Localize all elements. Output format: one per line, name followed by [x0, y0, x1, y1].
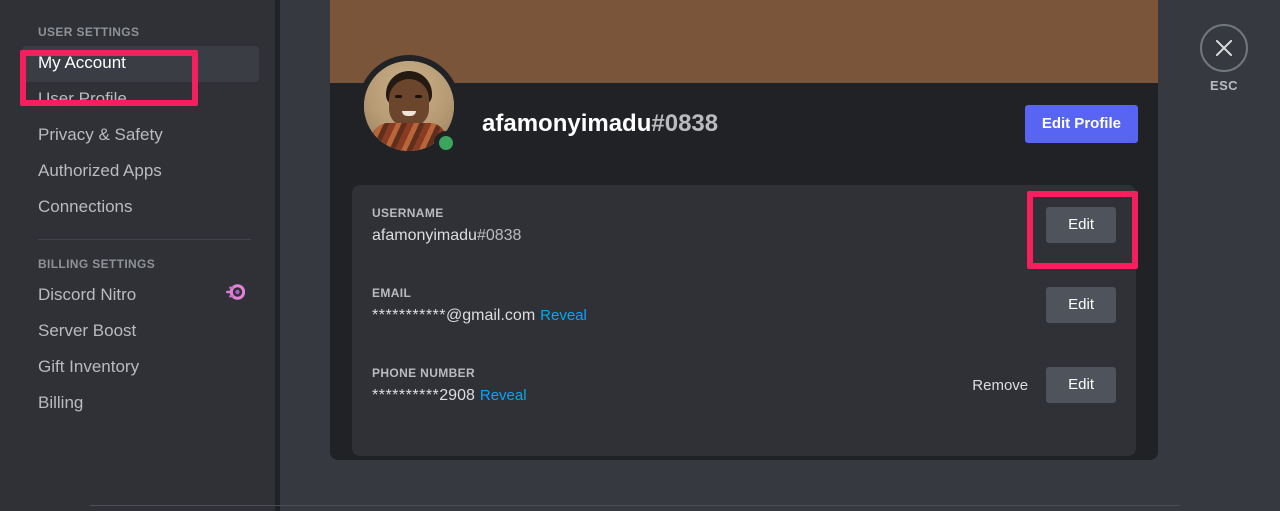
profile-banner [330, 0, 1158, 83]
email-domain: @gmail.com [446, 307, 536, 324]
sidebar-item-label: Billing [38, 393, 84, 412]
profile-discriminator: #0838 [651, 110, 719, 137]
field-label-username: USERNAME [372, 206, 444, 220]
field-row-username: USERNAME afamonyimadu#0838 Edit [372, 205, 1116, 265]
email-edit-button[interactable]: Edit [1046, 287, 1116, 323]
field-actions-phone-number: Remove Edit [972, 365, 1116, 403]
field-value-username: afamonyimadu#0838 [372, 225, 521, 247]
content-bottom-divider [90, 505, 1180, 506]
sidebar-item-gift-inventory[interactable]: Gift Inventory [22, 350, 259, 386]
sidebar-item-label: My Account [38, 53, 126, 72]
sidebar-item-label: Connections [38, 197, 133, 216]
field-label-email: EMAIL [372, 286, 412, 300]
email-reveal-link[interactable]: Reveal [540, 307, 587, 324]
close-x-icon [1200, 24, 1248, 72]
avatar[interactable] [358, 55, 460, 157]
profile-header-row: afamonyimadu#0838 Edit Profile [330, 55, 1158, 185]
sidebar-item-my-account[interactable]: My Account [22, 46, 259, 82]
sidebar-item-billing[interactable]: Billing [22, 386, 259, 422]
sidebar-item-label: User Profile [38, 89, 127, 108]
phone-masked-value: ********** [372, 387, 440, 404]
close-settings-button[interactable]: ESC [1188, 24, 1260, 93]
sidebar-section-header-user-settings: USER SETTINGS [38, 25, 140, 39]
username-discriminator: #0838 [476, 227, 522, 244]
field-label-phone-number: PHONE NUMBER [372, 366, 475, 380]
field-row-phone-number: PHONE NUMBER **********2908 Reveal Remove… [372, 365, 1116, 425]
sidebar-item-label: Server Boost [38, 321, 137, 340]
sidebar-item-label: Privacy & Safety [38, 125, 163, 144]
my-account-panel: afamonyimadu#0838 Edit Profile USERNAME … [330, 0, 1158, 460]
field-email-text-block: EMAIL ***********@gmail.com Reveal [372, 285, 587, 327]
phone-remove-link[interactable]: Remove [972, 377, 1028, 394]
sidebar-item-privacy-and-safety[interactable]: Privacy & Safety [22, 118, 259, 154]
sidebar-item-user-profile[interactable]: User Profile [22, 82, 259, 118]
account-fields-card: USERNAME afamonyimadu#0838 Edit EMAIL **… [352, 185, 1136, 456]
sidebar-item-label: Authorized Apps [38, 161, 162, 180]
field-row-email: EMAIL ***********@gmail.com Reveal Edit [372, 285, 1116, 345]
profile-username-text: afamonyimadu [482, 110, 652, 137]
phone-reveal-link[interactable]: Reveal [480, 387, 527, 404]
field-actions-username: Edit [1046, 205, 1116, 243]
sidebar-item-authorized-apps[interactable]: Authorized Apps [22, 154, 259, 190]
edit-profile-button[interactable]: Edit Profile [1024, 105, 1138, 143]
discord-user-settings-window: USER SETTINGS My Account User Profile Pr… [0, 0, 1280, 511]
settings-sidebar: USER SETTINGS My Account User Profile Pr… [0, 0, 275, 511]
field-value-email: ***********@gmail.com Reveal [372, 305, 587, 327]
field-actions-email: Edit [1046, 285, 1116, 323]
sidebar-item-server-boost[interactable]: Server Boost [22, 314, 259, 350]
sidebar-item-connections[interactable]: Connections [22, 190, 259, 226]
username-edit-button[interactable]: Edit [1046, 207, 1116, 243]
username-value: afamonyimadu [372, 227, 477, 244]
close-esc-label: ESC [1210, 78, 1238, 93]
field-value-phone-number: **********2908 Reveal [372, 385, 527, 407]
settings-content-pane: afamonyimadu#0838 Edit Profile USERNAME … [280, 0, 1280, 511]
profile-username: afamonyimadu#0838 [482, 109, 718, 139]
phone-last-digits: 2908 [439, 387, 475, 404]
status-indicator-online [434, 131, 458, 155]
nitro-wheel-icon [223, 284, 246, 306]
sidebar-item-discord-nitro[interactable]: Discord Nitro [22, 278, 259, 314]
field-phone-text-block: PHONE NUMBER **********2908 Reveal [372, 365, 527, 407]
phone-edit-button[interactable]: Edit [1046, 367, 1116, 403]
sidebar-section-header-billing-settings: BILLING SETTINGS [38, 257, 156, 271]
sidebar-item-label: Discord Nitro [38, 285, 137, 304]
field-username-text-block: USERNAME afamonyimadu#0838 [372, 205, 521, 247]
sidebar-item-label: Gift Inventory [38, 357, 140, 376]
email-masked-value: *********** [372, 307, 446, 324]
sidebar-divider [38, 239, 251, 240]
